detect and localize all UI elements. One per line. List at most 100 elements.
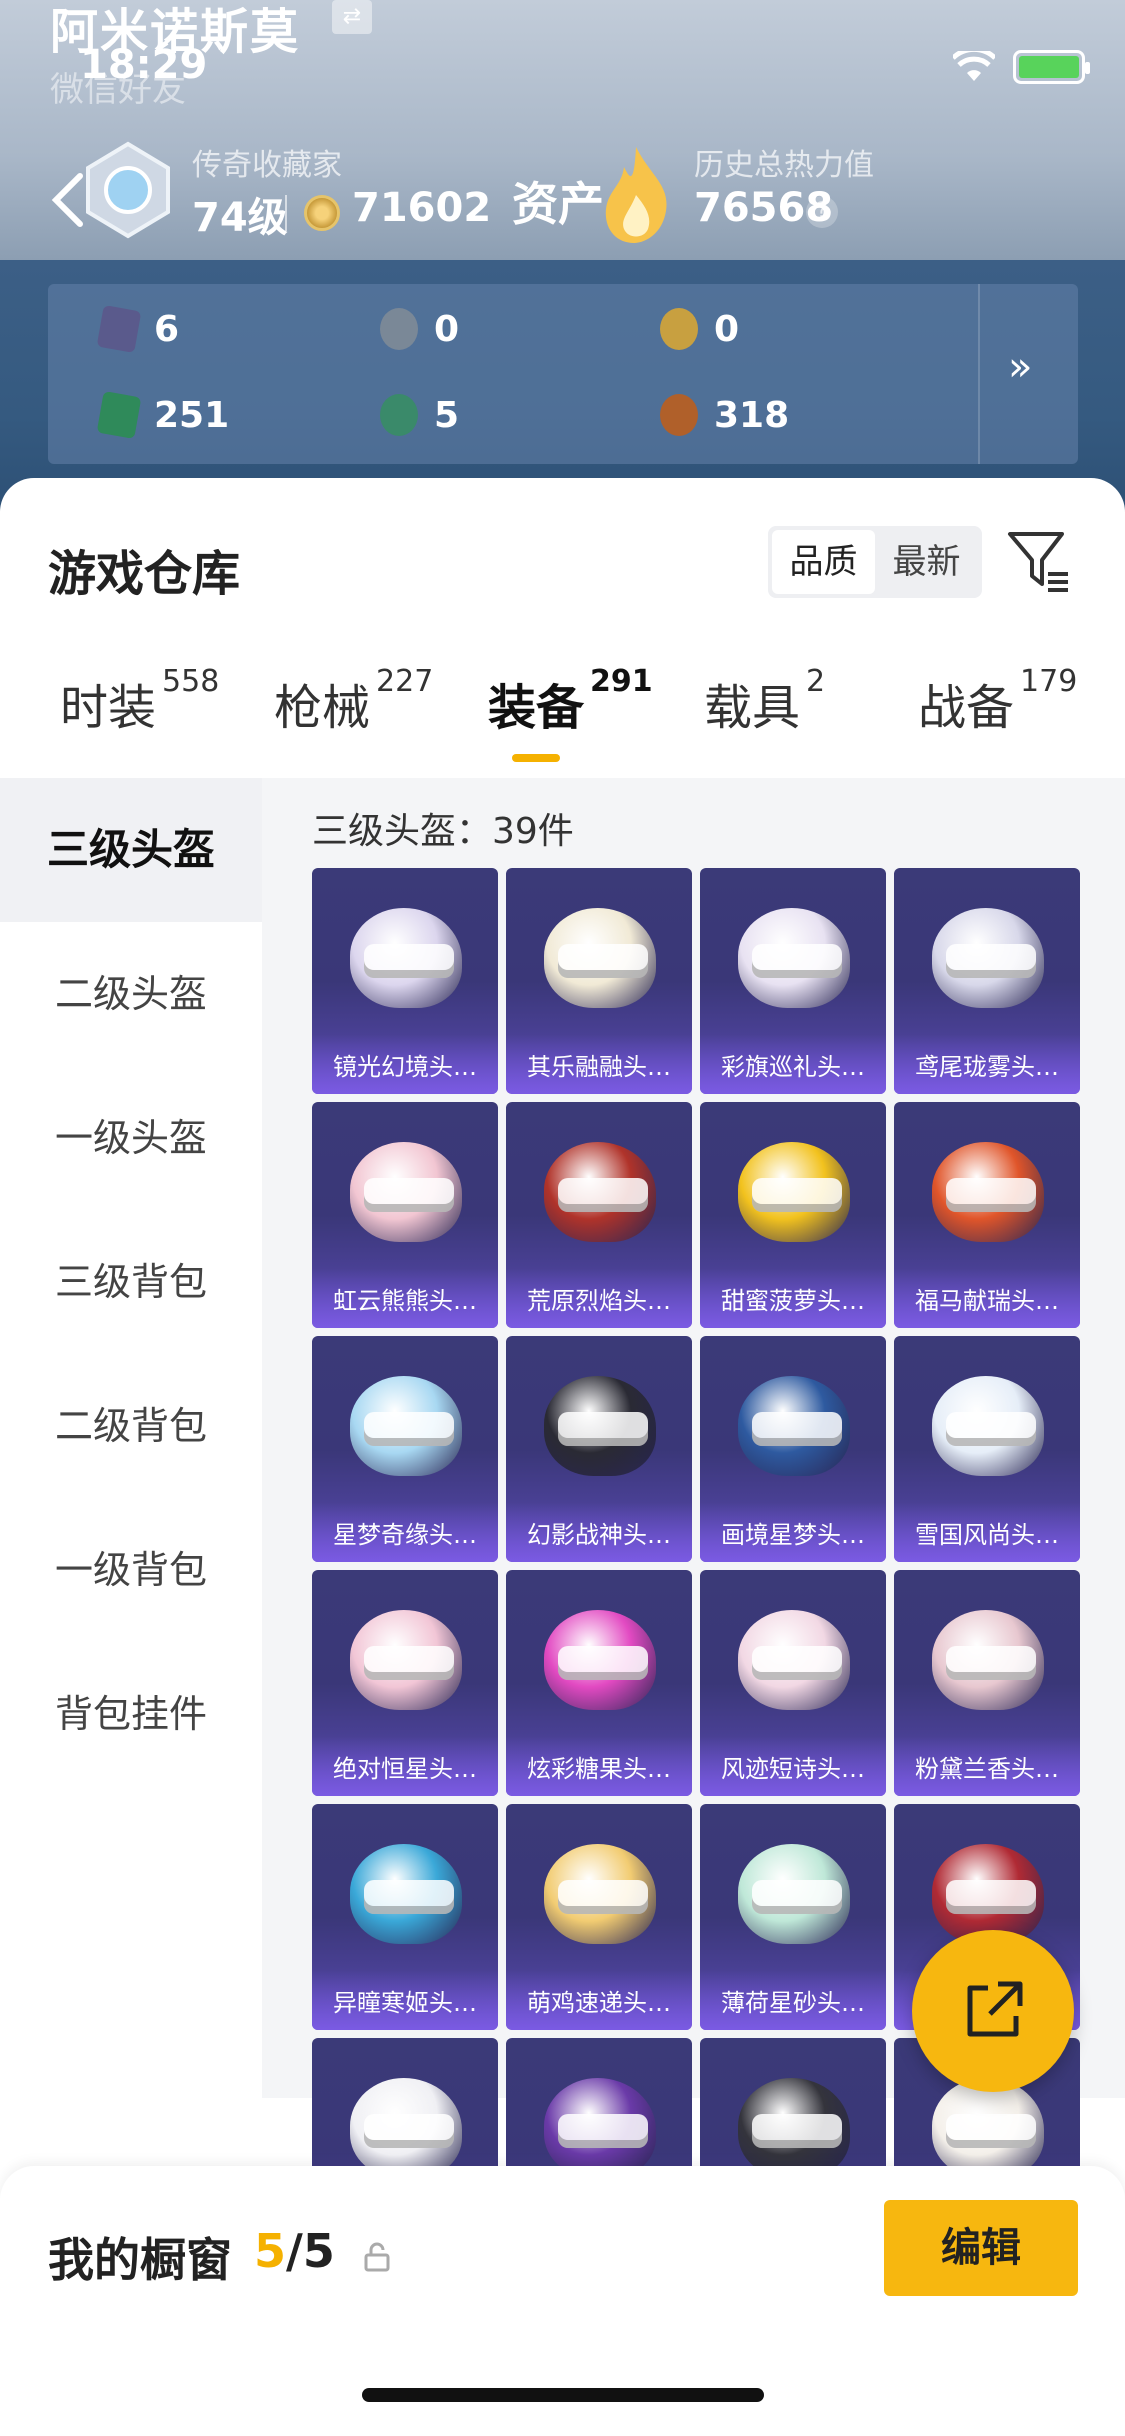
helmet-visor [558, 1646, 648, 1680]
item-name: 薄荷星砂头… [721, 1989, 865, 2017]
status-icons [953, 50, 1090, 84]
helmet-item-tile[interactable]: 异瞳寒姬头… [312, 1804, 498, 2030]
item-name: 幻影战神头… [527, 1521, 671, 1549]
assets-label: 资产 [512, 177, 604, 231]
helmet-visor [752, 944, 842, 978]
resource-item: 318 [660, 394, 789, 436]
edit-button[interactable]: 编辑 [884, 2200, 1078, 2296]
sidebar-item-backpack-pendant[interactable]: 背包挂件 [0, 1642, 262, 1786]
helmet-visor [364, 1646, 454, 1680]
heat-title: 历史总热力值 [694, 148, 874, 183]
more-resources-button[interactable]: » [1008, 344, 1032, 390]
switch-icon[interactable]: ⇄ [332, 0, 372, 34]
item-name: 萌鸡速递头… [527, 1989, 671, 2017]
sidebar-item-level3-helmet[interactable]: 三级头盔 [0, 778, 262, 922]
resource-item: 0 [380, 308, 459, 350]
helmet-visor [752, 1178, 842, 1212]
green-card-icon [96, 391, 142, 439]
helmet-visor [364, 1412, 454, 1446]
helmet-visor [946, 2114, 1036, 2148]
collection-value: 71602 [352, 185, 492, 231]
rank-title: 传奇收藏家 [192, 148, 342, 183]
category-tabs: 时装 558 枪械 227 装备 291 载具 2 战备 179 [0, 664, 1125, 778]
share-button[interactable] [912, 1930, 1074, 2092]
tab-vehicles[interactable]: 载具 2 [704, 664, 825, 738]
active-tab-indicator [512, 754, 560, 762]
tab-label: 战备 [918, 680, 1015, 736]
helmet-visor [364, 944, 454, 978]
helmet-item-tile[interactable]: 风迹短诗头… [700, 1570, 886, 1796]
item-name: 鸢尾珑雾头… [915, 1053, 1059, 1081]
helmet-visor [364, 1880, 454, 1914]
helmet-visor [752, 2114, 842, 2148]
resource-value: 6 [154, 308, 180, 350]
item-name: 福马献瑞头… [915, 1287, 1059, 1315]
showcase-total: /5 [286, 2224, 335, 2278]
helmet-visor [752, 1646, 842, 1680]
divider [285, 195, 287, 231]
resource-item: 0 [660, 308, 739, 350]
sidebar-item-level1-backpack[interactable]: 一级背包 [0, 1498, 262, 1642]
sidebar-item-level2-helmet[interactable]: 二级头盔 [0, 922, 262, 1066]
helmet-visor [558, 1880, 648, 1914]
subcategory-sidebar: 三级头盔 二级头盔 一级头盔 三级背包 二级背包 一级背包 背包挂件 [0, 778, 262, 2098]
helmet-item-tile[interactable]: 其乐融融头… [506, 868, 692, 1094]
green-orb-icon [380, 394, 418, 436]
sidebar-item-level3-backpack[interactable]: 三级背包 [0, 1210, 262, 1354]
sidebar-item-level2-backpack[interactable]: 二级背包 [0, 1354, 262, 1498]
helmet-item-tile[interactable]: 鸢尾珑雾头… [894, 868, 1080, 1094]
filter-icon[interactable] [1006, 528, 1072, 594]
helmet-item-tile[interactable]: 炫彩糖果头… [506, 1570, 692, 1796]
item-name: 镜光幻境头… [333, 1053, 477, 1081]
helmet-item-tile[interactable]: 彩旗巡礼头… [700, 868, 886, 1094]
warehouse-card: 游戏仓库 品质 最新 时装 558 枪械 227 装备 291 载具 2 战备 179 三… [0, 478, 1125, 2436]
sidebar-item-level1-helmet[interactable]: 一级头盔 [0, 1066, 262, 1210]
resource-item: 251 [96, 391, 230, 439]
tab-label: 时装 [60, 680, 157, 736]
helmet-item-tile[interactable]: 画境星梦头… [700, 1336, 886, 1562]
divider [978, 284, 980, 464]
flame-icon [605, 147, 667, 243]
showcase-count: 5/5 [254, 2224, 335, 2278]
sort-quality-button[interactable]: 品质 [772, 530, 875, 594]
helmet-item-tile[interactable]: 粉黛兰香头… [894, 1570, 1080, 1796]
helmet-item-tile[interactable]: 虹云熊熊头… [312, 1102, 498, 1328]
helmet-item-tile[interactable]: 幻影战神头… [506, 1336, 692, 1562]
item-name: 异瞳寒姬头… [333, 1989, 477, 2017]
item-name: 炫彩糖果头… [527, 1755, 671, 1783]
item-name: 星梦奇缘头… [333, 1521, 477, 1549]
item-name: 虹云熊熊头… [333, 1287, 477, 1315]
tab-count: 558 [162, 664, 220, 699]
tab-label: 枪械 [274, 680, 371, 736]
tab-firearms[interactable]: 枪械 227 [274, 664, 433, 738]
wifi-icon [953, 51, 995, 81]
helmet-item-tile[interactable]: 荒原烈焰头… [506, 1102, 692, 1328]
resource-panel: 6 0 0 251 5 318 » [48, 284, 1078, 464]
sort-latest-button[interactable]: 最新 [875, 530, 978, 594]
helmet-item-tile[interactable]: 萌鸡速递头… [506, 1804, 692, 2030]
tab-supplies[interactable]: 战备 179 [918, 664, 1077, 738]
resource-value: 318 [714, 394, 790, 436]
item-name: 风迹短诗头… [721, 1755, 865, 1783]
item-name: 甜蜜菠萝头… [721, 1287, 865, 1315]
helmet-item-tile[interactable]: 甜蜜菠萝头… [700, 1102, 886, 1328]
resource-value: 0 [714, 308, 740, 350]
helmet-item-tile[interactable]: 薄荷星砂头… [700, 1804, 886, 2030]
helmet-item-tile[interactable]: 星梦奇缘头… [312, 1336, 498, 1562]
help-icon[interactable]: ? [806, 196, 838, 228]
helmet-item-tile[interactable]: 绝对恒星头… [312, 1570, 498, 1796]
resource-item: 6 [96, 305, 180, 353]
helmet-item-tile[interactable]: 镜光幻境头… [312, 868, 498, 1094]
warehouse-title: 游戏仓库 [48, 546, 241, 602]
tab-label: 载具 [704, 680, 801, 736]
tab-equipment[interactable]: 装备 291 [488, 664, 653, 738]
resource-item: 5 [380, 394, 459, 436]
collection-coin-icon [304, 195, 340, 231]
purple-card-icon [96, 305, 142, 353]
helmet-item-tile[interactable]: 雪国风尚头… [894, 1336, 1080, 1562]
helmet-visor [946, 1880, 1036, 1914]
tab-fashion[interactable]: 时装 558 [60, 664, 219, 738]
resource-value: 251 [154, 394, 230, 436]
item-name: 雪国风尚头… [915, 1521, 1059, 1549]
helmet-item-tile[interactable]: 福马献瑞头… [894, 1102, 1080, 1328]
